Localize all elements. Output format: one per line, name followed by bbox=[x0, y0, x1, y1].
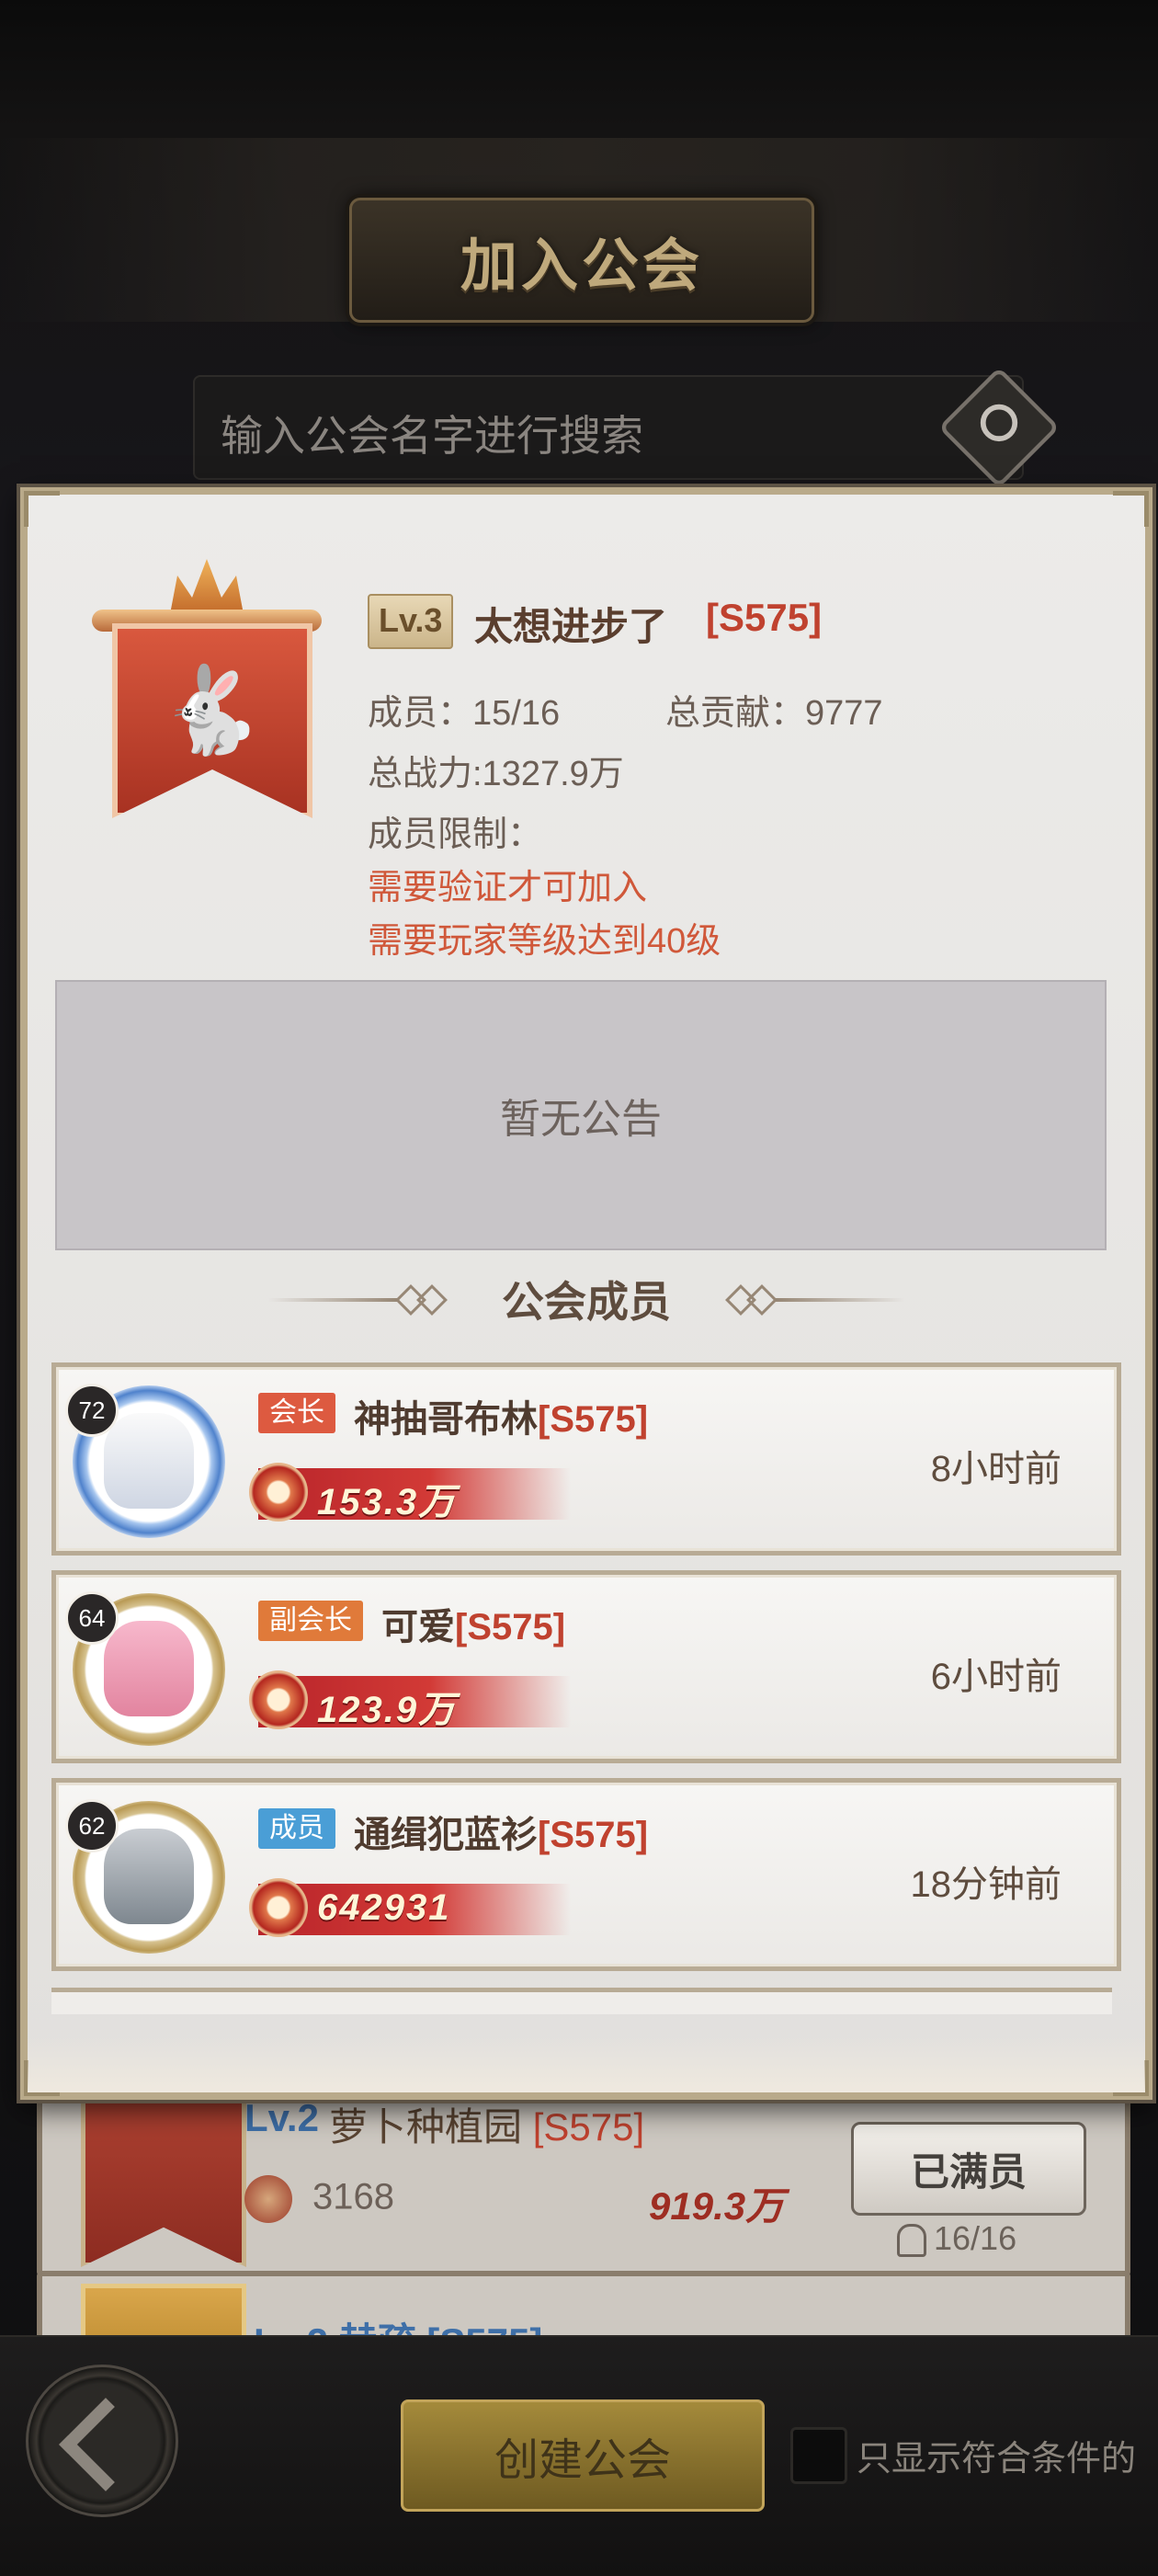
notice-text: 暂无公告 bbox=[500, 1097, 662, 1142]
guild-member-count: 16/16 bbox=[897, 2219, 1016, 2258]
guild-emblem-icon: 🐇 bbox=[92, 559, 322, 818]
member-row[interactable]: 62 成员 通缉犯蓝衫[S575] 642931 18分钟前 bbox=[51, 1778, 1121, 1971]
create-guild-button[interactable]: 创建公会 bbox=[401, 2399, 765, 2512]
last-online: 18分钟前 bbox=[910, 1864, 1062, 1905]
power-bar: 123.9万 bbox=[249, 1670, 571, 1730]
back-arrow-icon bbox=[59, 2398, 153, 2491]
guild-power: 919.3万 bbox=[649, 2184, 785, 2228]
member-name: 通缉犯蓝衫[S575] bbox=[354, 1815, 649, 1855]
power-icon bbox=[249, 1670, 308, 1729]
back-button[interactable] bbox=[26, 2365, 178, 2517]
rabbit-icon: 🐇 bbox=[158, 664, 264, 758]
guild-level-badge: Lv.3 bbox=[368, 594, 454, 649]
guild-name: 萝卜种植园 [S575] bbox=[329, 2105, 645, 2149]
power-icon bbox=[249, 1463, 308, 1522]
members-title: 公会成员 bbox=[502, 1278, 671, 1326]
guild-list-item[interactable]: Lv.2 萝卜种植园 [S575] 3168 919.3万 已满员 16/16 bbox=[37, 2046, 1130, 2277]
guild-notice: 暂无公告 bbox=[55, 980, 1107, 1250]
corner-ornament bbox=[24, 491, 60, 527]
guild-detail-popup: 🐇 Lv.3 太想进步了 [S575] 成员：15/16 总贡献：9777 总战… bbox=[20, 487, 1152, 2100]
restriction-label: 成员限制： bbox=[368, 815, 543, 854]
contribution-icon bbox=[244, 2175, 292, 2223]
level-bubble: 62 bbox=[65, 1799, 119, 1852]
member-name: 神抽哥布林[S575] bbox=[354, 1399, 649, 1440]
role-tag: 成员 bbox=[258, 1808, 335, 1849]
restriction-item: 需要玩家等级达到40级 bbox=[368, 922, 721, 961]
guild-contribution: 3168 bbox=[244, 2175, 394, 2223]
power-bar: 642931 bbox=[249, 1878, 571, 1937]
person-icon bbox=[897, 2224, 926, 2258]
member-row[interactable]: 72 会长 神抽哥布林[S575] 153.3万 8小时前 bbox=[51, 1362, 1121, 1556]
guild-members: 成员：15/16 bbox=[368, 694, 561, 733]
avatar-image bbox=[104, 1621, 194, 1716]
guild-full-button[interactable]: 已满员 bbox=[851, 2122, 1086, 2216]
member-power: 642931 bbox=[317, 1887, 451, 1928]
role-tag: 副会长 bbox=[258, 1601, 363, 1641]
corner-ornament bbox=[1113, 491, 1149, 527]
guild-total-power: 总战力:1327.9万 bbox=[368, 755, 624, 793]
power-icon bbox=[249, 1878, 308, 1937]
guild-total-contribution: 总贡献：9777 bbox=[665, 694, 883, 733]
level-bubble: 72 bbox=[65, 1384, 119, 1437]
crown-icon bbox=[170, 559, 244, 614]
title-plaque: 加入公会 bbox=[349, 198, 814, 323]
search-input[interactable]: 输入公会名字进行搜索 bbox=[193, 375, 1024, 480]
member-row[interactable]: 64 副会长 可爱[S575] 123.9万 6小时前 bbox=[51, 1570, 1121, 1763]
avatar-image bbox=[104, 1413, 194, 1509]
member-power: 123.9万 bbox=[317, 1690, 458, 1730]
page-title: 加入公会 bbox=[460, 234, 703, 298]
guild-name: 太想进步了 bbox=[474, 605, 668, 648]
last-online: 8小时前 bbox=[930, 1449, 1062, 1489]
restriction-item: 需要验证才可加入 bbox=[368, 869, 648, 907]
member-name: 可爱[S575] bbox=[381, 1607, 566, 1647]
search-icon bbox=[980, 404, 1018, 442]
avatar-image bbox=[104, 1829, 194, 1924]
filter-label: 只显示符合条件的 bbox=[857, 2440, 1137, 2479]
popup-bottom-ornament bbox=[28, 2037, 1145, 2092]
search-placeholder: 输入公会名字进行搜索 bbox=[221, 412, 643, 460]
guild-level: Lv.2 bbox=[244, 2096, 319, 2139]
member-row-partial bbox=[51, 1988, 1112, 2014]
member-power: 153.3万 bbox=[317, 1482, 458, 1522]
level-bubble: 64 bbox=[65, 1591, 119, 1645]
last-online: 6小时前 bbox=[930, 1657, 1062, 1697]
guild-server: [S575] bbox=[706, 596, 823, 639]
power-bar: 153.3万 bbox=[249, 1463, 571, 1522]
filter-checkbox[interactable] bbox=[790, 2427, 847, 2484]
role-tag: 会长 bbox=[258, 1393, 335, 1433]
